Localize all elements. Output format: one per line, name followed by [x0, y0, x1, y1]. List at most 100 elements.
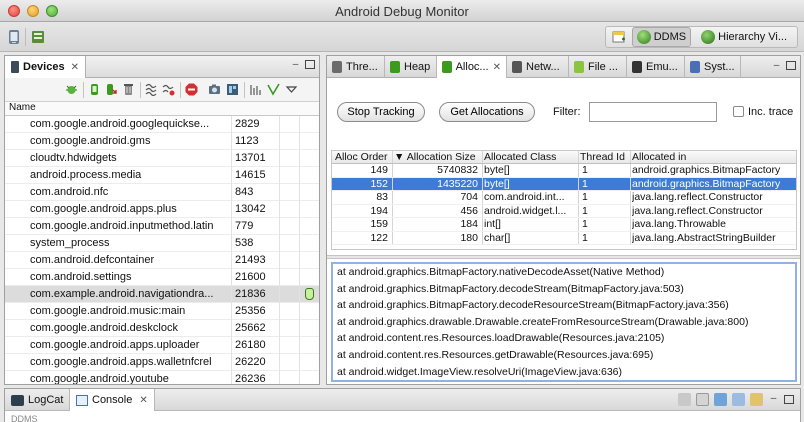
column-header-allocated-class[interactable]: Allocated Class	[484, 151, 556, 163]
inc-trace-checkbox[interactable]	[733, 106, 744, 117]
tab-heap[interactable]: Heap	[385, 56, 437, 78]
tab-console[interactable]: Console ✕	[69, 389, 155, 411]
clear-console-icon[interactable]	[678, 393, 691, 406]
device-process-row[interactable]: com.google.android.youtube 26236	[5, 371, 319, 384]
devices-table-header: Name	[5, 102, 319, 116]
device-process-row[interactable]: system_process 538	[5, 235, 319, 252]
update-threads-icon[interactable]	[145, 83, 158, 97]
column-separator	[299, 371, 300, 384]
device-process-row[interactable]: com.example.android.navigationdra... 2183…	[5, 286, 319, 303]
dump-uiautomator-icon[interactable]	[226, 83, 239, 96]
table-trace-splitter[interactable]	[327, 255, 800, 259]
update-heap-icon[interactable]	[88, 83, 101, 96]
column-separator	[578, 177, 579, 190]
view-menu-chevron-down-icon[interactable]	[285, 83, 298, 96]
device-process-row[interactable]: com.android.settings 21600	[5, 269, 319, 286]
column-separator	[231, 337, 232, 354]
stack-trace-line[interactable]: at android.content.res.Resources.loadDra…	[333, 330, 795, 347]
emulator-icon	[632, 61, 642, 73]
allocation-row[interactable]: 159 184 int[] 1 java.lang.Throwable	[332, 218, 796, 232]
maximize-icon[interactable]	[784, 395, 794, 404]
stack-trace-line[interactable]: at android.content.res.Resources.getDraw…	[333, 347, 795, 364]
column-separator	[231, 354, 232, 371]
column-separator	[392, 218, 393, 231]
allocation-row[interactable]: 83 704 com.android.int... 1 java.lang.reflec…	[332, 191, 796, 205]
stack-trace-line[interactable]: at android.widget.ImageView.setImageReso…	[333, 380, 795, 382]
pin-console-icon[interactable]	[714, 393, 727, 406]
perspective-ddms[interactable]: DDMS	[631, 27, 692, 47]
column-header-allocated-in[interactable]: Allocated in	[632, 151, 686, 163]
device-process-row[interactable]: com.google.android.apps.uploader 26180	[5, 337, 319, 354]
cause-gc-icon[interactable]	[122, 83, 135, 96]
device-screen-capture-icon[interactable]	[6, 29, 22, 45]
device-process-row[interactable]: com.google.android.gms 1123	[5, 133, 319, 150]
dump-view-hierarchy-icon[interactable]	[30, 29, 46, 45]
open-perspective-icon[interactable]	[612, 30, 626, 44]
stack-trace-line[interactable]: at android.graphics.BitmapFactory.decode…	[333, 297, 795, 314]
filter-input[interactable]	[589, 102, 717, 122]
open-console-icon[interactable]	[750, 393, 763, 406]
stop-process-icon[interactable]	[185, 83, 198, 96]
perspective-hierarchy-viewer[interactable]: Hierarchy Vi...	[697, 28, 791, 46]
tab-file-explorer[interactable]: File ...	[569, 56, 627, 78]
allocation-row[interactable]: 149 5740832 byte[] 1 android.graphics.Bitmap…	[332, 164, 796, 178]
stack-trace-line[interactable]: at android.widget.ImageView.resolveUri(I…	[333, 364, 795, 380]
device-process-row[interactable]: com.android.nfc 843	[5, 184, 319, 201]
stack-trace-line[interactable]: at android.graphics.BitmapFactory.native…	[333, 264, 795, 281]
device-process-row[interactable]: com.google.android.inputmethod.latin 779	[5, 218, 319, 235]
close-icon[interactable]: ✕	[493, 62, 501, 73]
tab-network[interactable]: Netw...	[507, 56, 569, 78]
close-icon[interactable]: ✕	[139, 395, 147, 406]
inc-trace-label: Inc. trace	[748, 106, 794, 118]
device-process-row[interactable]: com.android.defcontainer 21493	[5, 252, 319, 269]
tab-emulator[interactable]: Emu...	[627, 56, 685, 78]
device-process-row[interactable]: com.google.android.apps.plus 13042	[5, 201, 319, 218]
allocation-row[interactable]: 152 1435220 byte[] 1 android.graphics.Bitmap…	[332, 177, 796, 191]
column-separator	[392, 231, 393, 244]
allocation-row[interactable]: 122 180 char[] 1 java.lang.AbstractStringBui…	[332, 231, 796, 245]
close-icon[interactable]: ✕	[71, 62, 79, 73]
start-method-profiling-icon[interactable]	[162, 83, 175, 96]
column-header-thread-id[interactable]: Thread Id	[580, 151, 625, 163]
column-separator	[482, 231, 483, 244]
tab-devices[interactable]: Devices ✕	[5, 56, 86, 78]
allocation-row[interactable]: 194 456 android.widget.l... 1 java.lang.refl…	[332, 204, 796, 218]
systrace-icon[interactable]	[249, 83, 262, 96]
maximize-icon[interactable]	[786, 61, 796, 70]
thread-id-cell: 1	[582, 191, 588, 203]
device-process-row[interactable]: com.google.android.googlequickse... 2829	[5, 116, 319, 133]
minimize-icon[interactable]: –	[290, 60, 301, 71]
column-header-allocation-size[interactable]: ▼ Allocation Size	[394, 151, 476, 163]
tab-system-info[interactable]: Syst...	[685, 56, 741, 78]
dump-hprof-icon[interactable]	[105, 83, 118, 96]
column-header-name[interactable]: Name	[9, 102, 36, 113]
column-separator	[578, 151, 579, 163]
tab-allocation[interactable]: Alloc... ✕	[437, 56, 507, 78]
stack-trace-line[interactable]: at android.graphics.drawable.Drawable.cr…	[333, 314, 795, 331]
get-allocations-button[interactable]: Get Allocations	[439, 102, 535, 122]
column-separator	[279, 116, 280, 133]
device-process-row[interactable]: com.google.android.deskclock 25662	[5, 320, 319, 337]
tab-label: Alloc...	[455, 61, 489, 73]
minimize-icon[interactable]: –	[768, 394, 779, 405]
stop-tracking-button[interactable]: Stop Tracking	[337, 102, 425, 122]
column-header-alloc-order[interactable]: Alloc Order	[335, 151, 388, 163]
display-console-icon[interactable]	[732, 393, 745, 406]
device-process-row[interactable]: cloudtv.hdwidgets 13701	[5, 150, 319, 167]
device-process-row[interactable]: android.process.media 14615	[5, 167, 319, 184]
device-process-row[interactable]: com.google.android.music:main 25356	[5, 303, 319, 320]
opengl-trace-icon[interactable]	[267, 83, 280, 96]
column-separator	[231, 303, 232, 320]
minimize-icon[interactable]: –	[771, 61, 782, 72]
debug-process-icon[interactable]	[65, 83, 78, 96]
process-pid: 21493	[235, 254, 266, 266]
stack-trace-line[interactable]: at android.graphics.BitmapFactory.decode…	[333, 281, 795, 298]
screen-capture-icon[interactable]	[208, 83, 221, 96]
maximize-icon[interactable]	[305, 60, 315, 69]
tab-threads[interactable]: Thre...	[327, 56, 385, 78]
device-process-row[interactable]: com.google.android.apps.walletnfcrel 2622…	[5, 354, 319, 371]
scroll-lock-icon[interactable]	[696, 393, 709, 406]
allocation-table-header: Alloc Order ▼ Allocation Size Allocated …	[332, 151, 796, 164]
process-pid: 538	[235, 237, 254, 249]
tab-logcat[interactable]: LogCat	[5, 389, 69, 411]
